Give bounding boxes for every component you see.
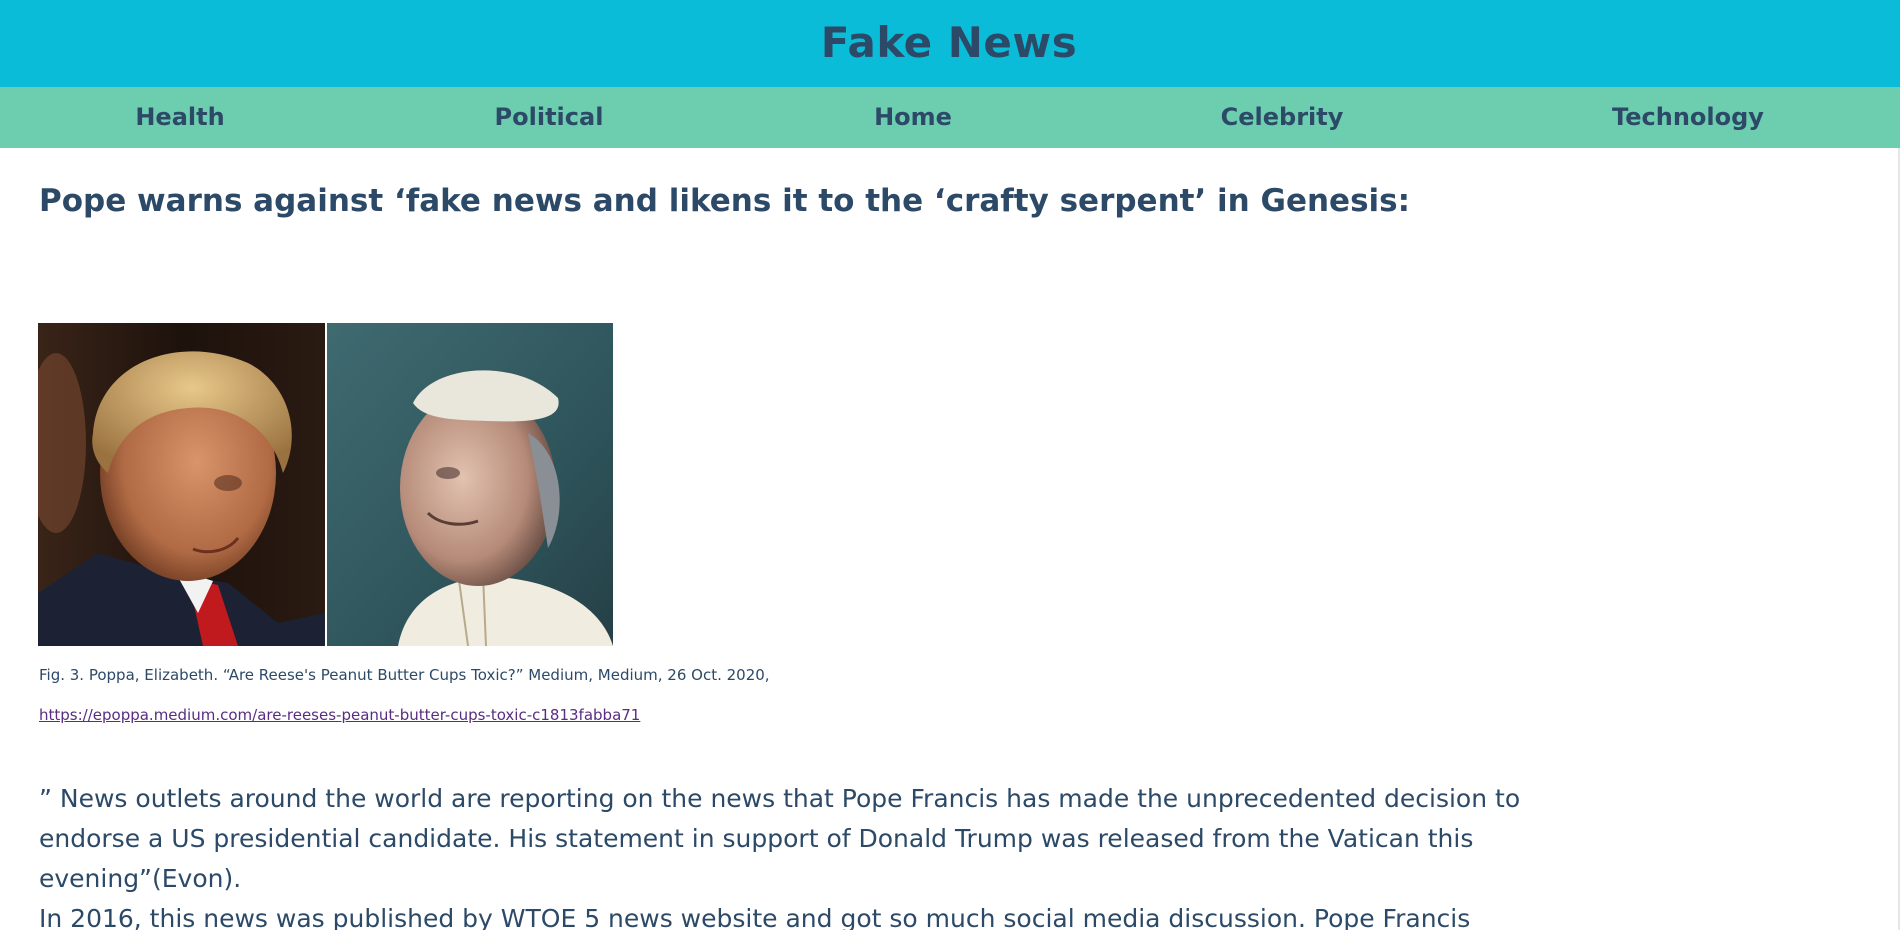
nav-link-celebrity[interactable]: Celebrity: [1221, 87, 1344, 148]
nav-link-technology[interactable]: Technology: [1612, 87, 1764, 148]
article-headline: Pope warns against ‘fake news and likens…: [39, 183, 1411, 219]
source-link[interactable]: https://epoppa.medium.com/are-reeses-pea…: [39, 706, 640, 724]
nav-link-home[interactable]: Home: [874, 87, 952, 148]
main-nav: Health Political Home Celebrity Technolo…: [0, 87, 1900, 148]
site-header: Fake News: [0, 0, 1900, 87]
nav-link-health[interactable]: Health: [135, 87, 224, 148]
article-quote: ” News outlets around the world are repo…: [39, 784, 1521, 893]
page: Fake News Health Political Home Celebrit…: [0, 0, 1900, 930]
site-title: Fake News: [820, 18, 1078, 67]
figure-caption: Fig. 3. Poppa, Elizabeth. “Are Reese's P…: [39, 666, 770, 684]
article-body: ” News outlets around the world are repo…: [39, 779, 1579, 930]
article-paragraph: In 2016, this news was published by WTOE…: [39, 904, 1471, 930]
nav-link-political[interactable]: Political: [495, 87, 604, 148]
article-photo: [38, 323, 613, 646]
